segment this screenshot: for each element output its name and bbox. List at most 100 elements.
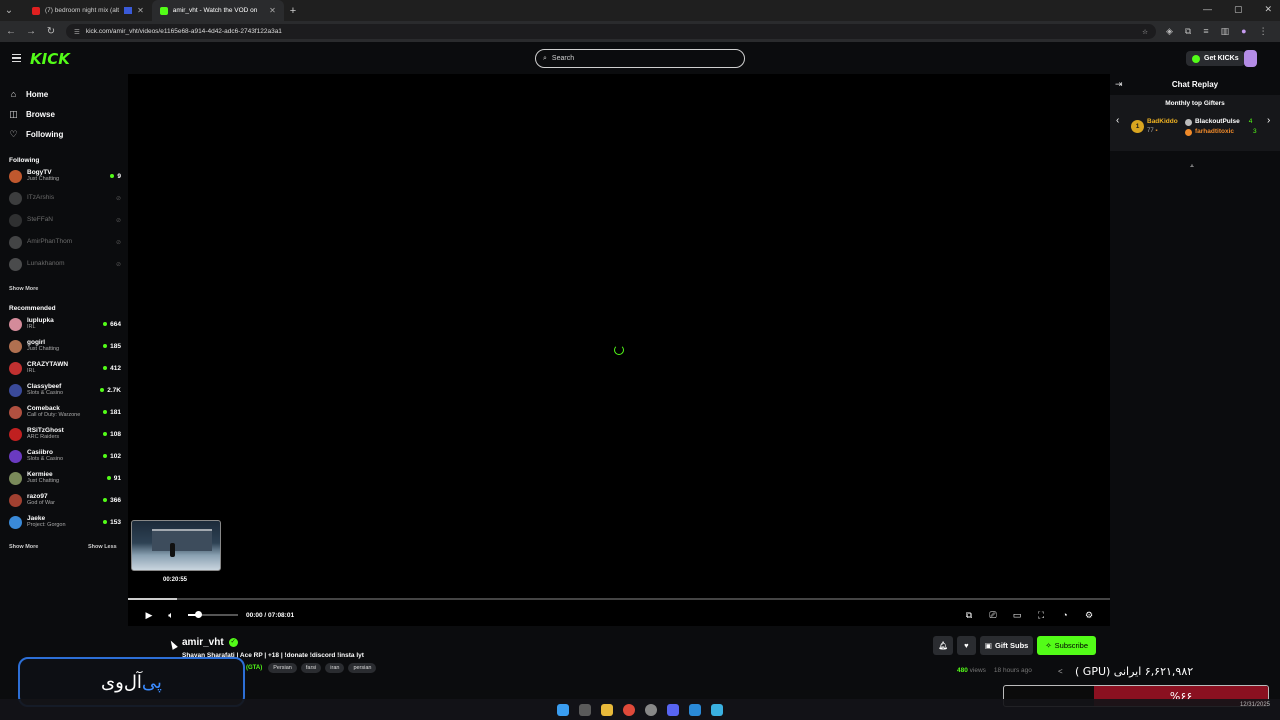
channel-item[interactable]: Kermiee Just Chatting 91	[9, 468, 121, 488]
channel-name: Lunakhanom	[27, 259, 65, 267]
share-icon[interactable]: <	[1058, 667, 1063, 676]
channel-item[interactable]: Jaeke Project: Gorgon 153	[9, 512, 121, 532]
get-kicks-button[interactable]: Get KICKs	[1186, 51, 1245, 66]
file-explorer-icon[interactable]	[601, 703, 613, 716]
channel-text: razo97 God of War	[27, 493, 55, 507]
tag-chip[interactable]: persian	[348, 663, 377, 673]
new-tab-icon[interactable]: +	[284, 5, 302, 17]
settings-gear-icon[interactable]: ⚙	[1078, 610, 1100, 621]
tab-title: amir_vht - Watch the VOD on	[172, 7, 258, 14]
channel-item[interactable]: SteFFaN ⊘	[9, 210, 121, 230]
video-player[interactable]: 00:20:55 ▶ 🔈︎ 00:00 / 07:08:01 ⧉ ⎚ ▭ ⛶ ◔…	[128, 74, 1110, 626]
channel-item[interactable]: razo97 God of War 366	[9, 490, 121, 510]
show-less-recommended[interactable]: Show Less	[88, 544, 117, 550]
channel-name: SteFFaN	[27, 215, 54, 223]
channel-item[interactable]: ITzArshis ⊘	[9, 188, 121, 208]
volume-slider[interactable]	[188, 611, 238, 618]
viewer-count: 153	[103, 519, 121, 526]
channel-avatar	[9, 493, 22, 507]
miniplayer-icon[interactable]: ⧉	[958, 610, 980, 621]
nav-following[interactable]: ♡ Following	[9, 124, 63, 144]
preview-character	[170, 543, 175, 557]
seek-preview-time: 00:20:55	[163, 577, 188, 583]
tab-close-icon[interactable]: ✕	[269, 6, 276, 15]
volume-knob[interactable]	[195, 611, 202, 618]
channel-text: AmirPhanThom	[27, 238, 72, 246]
url-field[interactable]: ☰ kick.com/amir_vht/videos/e1165e68-a914…	[66, 24, 1156, 39]
hamburger-menu-icon[interactable]	[12, 54, 21, 62]
chat-panel: ⇥ Chat Replay Monthly top Gifters ‹ › 1 …	[1110, 74, 1280, 720]
clip-icon[interactable]: ⎚	[982, 610, 1004, 621]
show-more-following[interactable]: Show More	[9, 286, 38, 292]
notification-bell-button[interactable]: 🔔︎	[933, 636, 953, 655]
minimize-icon[interactable]: —	[1203, 4, 1212, 15]
viewer-count: 102	[103, 453, 121, 460]
nav-browse[interactable]: ◫ Browse	[9, 104, 63, 124]
subscribe-button[interactable]: ✧ Subscribe	[1037, 636, 1096, 655]
tag-chip[interactable]: Persian	[268, 663, 297, 673]
collapse-gifters-icon[interactable]: ⩡	[1190, 163, 1194, 171]
split-icon[interactable]: ▥	[1221, 26, 1230, 37]
kick-logo[interactable]: KICK	[30, 50, 70, 68]
forward-icon[interactable]: →	[26, 26, 36, 37]
gifter-name[interactable]: farhadtitoxic	[1195, 127, 1234, 137]
back-icon[interactable]: ←	[6, 26, 16, 37]
channel-item[interactable]: Casiibro Slots & Casino 102	[9, 446, 121, 466]
channel-item[interactable]: gogirl Just Chatting 185	[9, 336, 121, 356]
vscode-icon[interactable]	[689, 703, 701, 716]
channel-item[interactable]: CRAZYTAWN IRL 412	[9, 358, 121, 378]
site-info-icon[interactable]: ☰	[74, 28, 80, 36]
tag-chip[interactable]: iran	[325, 663, 345, 673]
reload-icon[interactable]: ↻	[46, 26, 56, 37]
seek-bar[interactable]	[128, 598, 1110, 600]
system-clock[interactable]: 12/31/2025	[1240, 702, 1270, 710]
fullscreen-icon[interactable]: ⛶	[1030, 610, 1052, 621]
task-view-icon[interactable]	[579, 703, 591, 716]
notepad-icon[interactable]	[711, 703, 723, 716]
playback-speed-icon[interactable]: ◔	[1054, 610, 1076, 621]
follow-heart-button[interactable]: ♥	[956, 636, 976, 655]
puzzle-icon[interactable]: ⧉	[1185, 26, 1191, 37]
channel-item[interactable]: RSiTzGhost ARC Raiders 108	[9, 424, 121, 444]
maximize-icon[interactable]: ▢	[1234, 4, 1243, 15]
channel-item[interactable]: Lunakhanom ⊘	[9, 254, 121, 274]
channel-avatar	[9, 339, 22, 353]
gift-subs-button[interactable]: ▣ Gift Subs	[979, 636, 1034, 655]
tag-chip[interactable]: farsi	[300, 663, 322, 673]
chevron-left-icon[interactable]: ‹	[1116, 115, 1119, 126]
windows-start-icon[interactable]	[557, 703, 569, 716]
search-placeholder: Search	[551, 55, 575, 62]
tab-search-icon[interactable]: ⌄	[4, 5, 14, 16]
channel-item[interactable]: Comeback Call of Duty: Warzone 181	[9, 402, 121, 422]
extension-icon[interactable]: ◈	[1166, 26, 1173, 37]
discord-icon[interactable]	[667, 703, 679, 716]
search-input[interactable]: ⌕ Search	[535, 49, 745, 68]
streamer-name[interactable]: amir_vht	[182, 637, 224, 648]
tab-close-icon[interactable]: ✕	[137, 6, 144, 15]
close-window-icon[interactable]: ✕	[1264, 4, 1272, 15]
channel-item[interactable]: AmirPhanThom ⊘	[9, 232, 121, 252]
profile-icon[interactable]: ●	[1241, 26, 1246, 37]
gift-subs-label: Gift Subs	[995, 641, 1029, 650]
browser-tab-kick[interactable]: amir_vht - Watch the VOD on ✕	[151, 0, 284, 21]
channel-item[interactable]: luplupka IRL 664	[9, 314, 121, 334]
category-link[interactable]: (GTA)	[246, 665, 262, 671]
show-more-recommended[interactable]: Show More	[9, 544, 38, 550]
gifter-name[interactable]: BadKiddo	[1147, 117, 1178, 127]
volume-icon[interactable]: 🔈︎	[160, 610, 182, 621]
chevron-right-icon[interactable]: ›	[1267, 115, 1270, 126]
user-avatar[interactable]	[1244, 50, 1257, 67]
gifter-name[interactable]: BlackoutPulse	[1195, 117, 1240, 127]
nav-home[interactable]: ⌂ Home	[9, 84, 63, 104]
browser-tab-youtube[interactable]: (7) bedroom night mix (alt ✕	[24, 0, 152, 21]
viewer-count: 108	[103, 431, 121, 438]
channel-item[interactable]: Classybeef Slots & Casino 2.7K	[9, 380, 121, 400]
bookmark-star-icon[interactable]: ☆	[1142, 28, 1148, 36]
play-icon[interactable]: ▶	[138, 610, 160, 621]
theater-mode-icon[interactable]: ▭	[1006, 610, 1028, 621]
channel-item[interactable]: BogyTV Just Chatting 9	[9, 166, 121, 186]
chrome-icon[interactable]	[623, 703, 635, 716]
menu-dots-icon[interactable]: ⋮	[1259, 26, 1268, 37]
app-icon[interactable]	[645, 703, 657, 716]
media-icon[interactable]: ≡	[1203, 26, 1208, 37]
